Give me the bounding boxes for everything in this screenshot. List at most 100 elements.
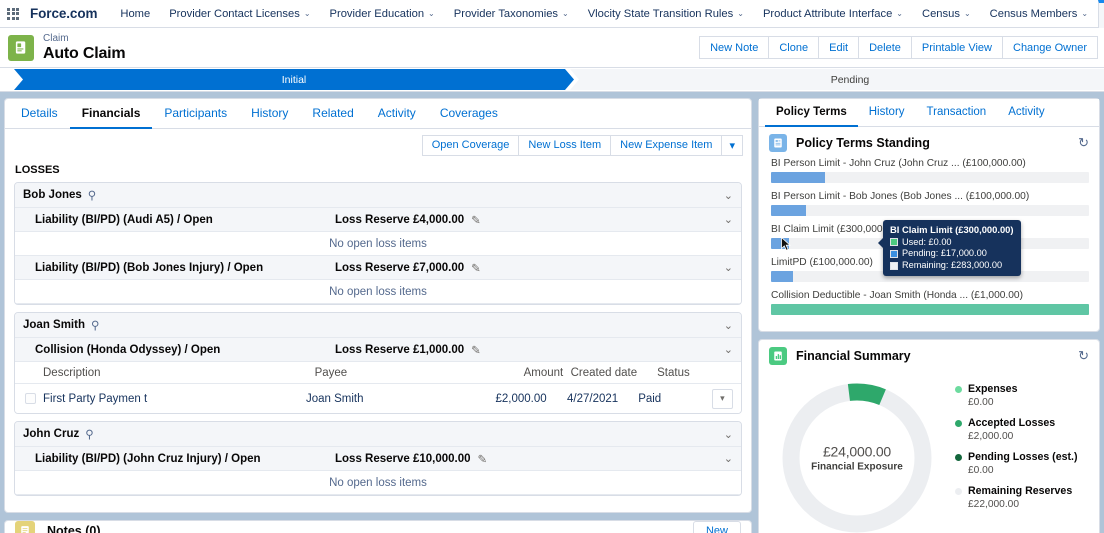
edit-pencil-icon[interactable]: ✎ [471, 343, 481, 357]
record-actions: New Note Clone Edit Delete Printable View Cha… [699, 36, 1098, 59]
nav-item-vlocity-state-transition-rules[interactable]: Vlocity State Transition Rules ⌄ [579, 0, 754, 28]
edit-pencil-icon[interactable]: ✎ [471, 261, 481, 275]
legend-dot [955, 487, 962, 495]
action-change-owner-button[interactable]: Change Owner [1002, 36, 1098, 59]
coverage-row[interactable]: Collision (Honda Odyssey) / Open Loss Res… [15, 338, 741, 362]
path-step-pending[interactable]: Pending [570, 69, 1104, 90]
search-icon[interactable]: ⚲ [88, 188, 96, 202]
chevron-down-icon[interactable]: ⌄ [964, 9, 971, 18]
table-row[interactable]: First Party Paymen t Joan Smith £2,000.00 4… [15, 384, 741, 413]
chevron-down-icon[interactable]: ⌄ [1081, 9, 1088, 18]
chevron-down-icon[interactable]: ⌄ [724, 189, 733, 202]
right-tab-policy-terms[interactable]: Policy Terms [765, 99, 858, 127]
party-row[interactable]: Bob Jones ⚲ ⌄ [15, 183, 741, 208]
refresh-icon-financial[interactable]: ↻ [1078, 348, 1089, 364]
policy-term-track[interactable] [771, 172, 1089, 183]
nav-item-product-attribute-interface[interactable]: Product Attribute Interface ⌄ [754, 0, 913, 28]
policy-term: BI Person Limit - John Cruz (John Cruz .… [771, 158, 1089, 183]
loss-reserve-value: Loss Reserve £7,000.00 [335, 261, 465, 274]
app-launcher-button[interactable] [0, 7, 26, 20]
column-header: Status [657, 366, 690, 379]
column-header: Description [43, 366, 101, 379]
chevron-down-icon[interactable]: ⌄ [896, 9, 903, 18]
edit-pencil-icon[interactable]: ✎ [478, 452, 488, 466]
legend-name: Remaining Reserves [955, 485, 1099, 497]
nav-item-label: Provider Education [329, 7, 425, 20]
tab-activity[interactable]: Activity [366, 99, 428, 129]
action-clone-button[interactable]: Clone [768, 36, 819, 59]
party-row[interactable]: John Cruz ⚲ ⌄ [15, 422, 741, 447]
chevron-down-icon[interactable]: ⌄ [724, 452, 733, 465]
status-path: Initial Pending [0, 68, 1104, 92]
nav-item-provider-taxonomies[interactable]: Provider Taxonomies ⌄ [445, 0, 579, 28]
cell-description: First Party Paymen t [43, 392, 148, 405]
row-actions-menu[interactable]: ▾ [711, 388, 733, 409]
tab-participants[interactable]: Participants [152, 99, 239, 129]
action-delete-button[interactable]: Delete [858, 36, 911, 59]
tab-details[interactable]: Details [9, 99, 70, 129]
column-header: Created date [570, 366, 638, 379]
action-edit-button[interactable]: Edit [818, 36, 859, 59]
right-tab-transaction[interactable]: Transaction [916, 99, 998, 127]
chevron-down-icon[interactable]: ⌄ [724, 261, 733, 274]
notes-new-button[interactable]: New [692, 521, 741, 533]
party-name: Joan Smith [23, 319, 85, 331]
cell-payee: Joan Smith [305, 392, 364, 405]
chevron-down-icon[interactable]: ⌄ [724, 343, 733, 356]
action-new-note-button[interactable]: New Note [699, 36, 769, 59]
nav-item-provider-contact-licenses[interactable]: Provider Contact Licenses ⌄ [160, 0, 320, 28]
coverage-row[interactable]: Liability (BI/PD) (Audi A5) / Open Loss R… [15, 208, 741, 232]
tab-history[interactable]: History [239, 99, 300, 129]
nav-item-home[interactable]: Home [111, 0, 160, 28]
legend-name: Pending Losses (est.) [955, 451, 1099, 463]
policy-term-label: BI Person Limit - John Cruz (John Cruz .… [771, 158, 1026, 169]
chevron-down-icon[interactable]: ⌄ [562, 9, 569, 18]
legend-dot [955, 419, 962, 427]
nav-item-label: Census [922, 7, 960, 20]
claim-record-icon [8, 34, 34, 61]
cell-status: Paid [638, 392, 662, 405]
party-row[interactable]: Joan Smith ⚲ ⌄ [15, 313, 741, 338]
tab-financials[interactable]: Financials [69, 99, 153, 129]
button-open-coverage[interactable]: Open Coverage [421, 135, 519, 156]
tab-coverages[interactable]: Coverages [428, 99, 510, 129]
search-icon[interactable]: ⚲ [91, 318, 99, 332]
policy-term-track[interactable] [771, 304, 1089, 315]
search-icon[interactable]: ⚲ [85, 427, 93, 441]
tab-related[interactable]: Related [300, 99, 365, 129]
nav-item-census[interactable]: Census ⌄ [913, 0, 981, 28]
chevron-down-icon[interactable]: ⌄ [724, 213, 733, 226]
path-step-initial[interactable]: Initial [14, 69, 574, 90]
coverage-row[interactable]: Liability (BI/PD) (Bob Jones Injury) / O… [15, 256, 741, 280]
loss-group: Bob Jones ⚲ ⌄ Liability (BI/PD) (Audi A5) /… [14, 182, 742, 305]
chevron-down-icon[interactable]: ⌄ [724, 428, 733, 441]
refresh-icon[interactable]: ↻ [1078, 135, 1089, 151]
row-checkbox[interactable] [25, 393, 36, 404]
chevron-down-icon[interactable]: ⌄ [304, 9, 311, 18]
policy-terms-tab-bar: Policy Terms History Transaction Activity [759, 99, 1099, 127]
chevron-down-icon[interactable]: ⌄ [724, 319, 733, 332]
policy-term-track[interactable] [771, 205, 1089, 216]
right-tab-activity[interactable]: Activity [997, 99, 1055, 127]
legend-item: Accepted Losses £2,000.00 [955, 417, 1099, 442]
chevron-down-icon[interactable]: ⌄ [737, 9, 744, 18]
coverage-row[interactable]: Liability (BI/PD) (John Cruz Injury) / O… [15, 447, 741, 471]
record-titles: Claim Auto Claim [43, 33, 126, 63]
button-new-expense-item[interactable]: New Expense Item [610, 135, 722, 156]
right-tab-history[interactable]: History [858, 99, 916, 127]
chevron-down-icon[interactable]: ⌄ [428, 9, 435, 18]
more-actions-button[interactable]: ▾ [721, 135, 743, 156]
edit-pencil-icon[interactable]: ✎ [471, 213, 481, 227]
record-header: Claim Auto Claim New Note Clone Edit Delete… [0, 28, 1104, 68]
nav-item-provider-education[interactable]: Provider Education ⌄ [321, 0, 445, 28]
column-header: Amount [523, 366, 564, 379]
policy-term: Collision Deductible - Joan Smith (Honda… [771, 290, 1089, 315]
nav-item-claims[interactable]: * Claims⌄✕ [1098, 0, 1104, 28]
right-column: Policy Terms History Transaction Activity P… [758, 98, 1100, 533]
button-new-loss-item[interactable]: New Loss Item [518, 135, 611, 156]
action-printable-view-button[interactable]: Printable View [910, 36, 1002, 59]
financials-card: Details Financials Participants History Rela… [4, 98, 752, 513]
nav-item-census-members[interactable]: Census Members ⌄ [981, 0, 1098, 28]
nav-item-label: Vlocity State Transition Rules [587, 7, 734, 20]
